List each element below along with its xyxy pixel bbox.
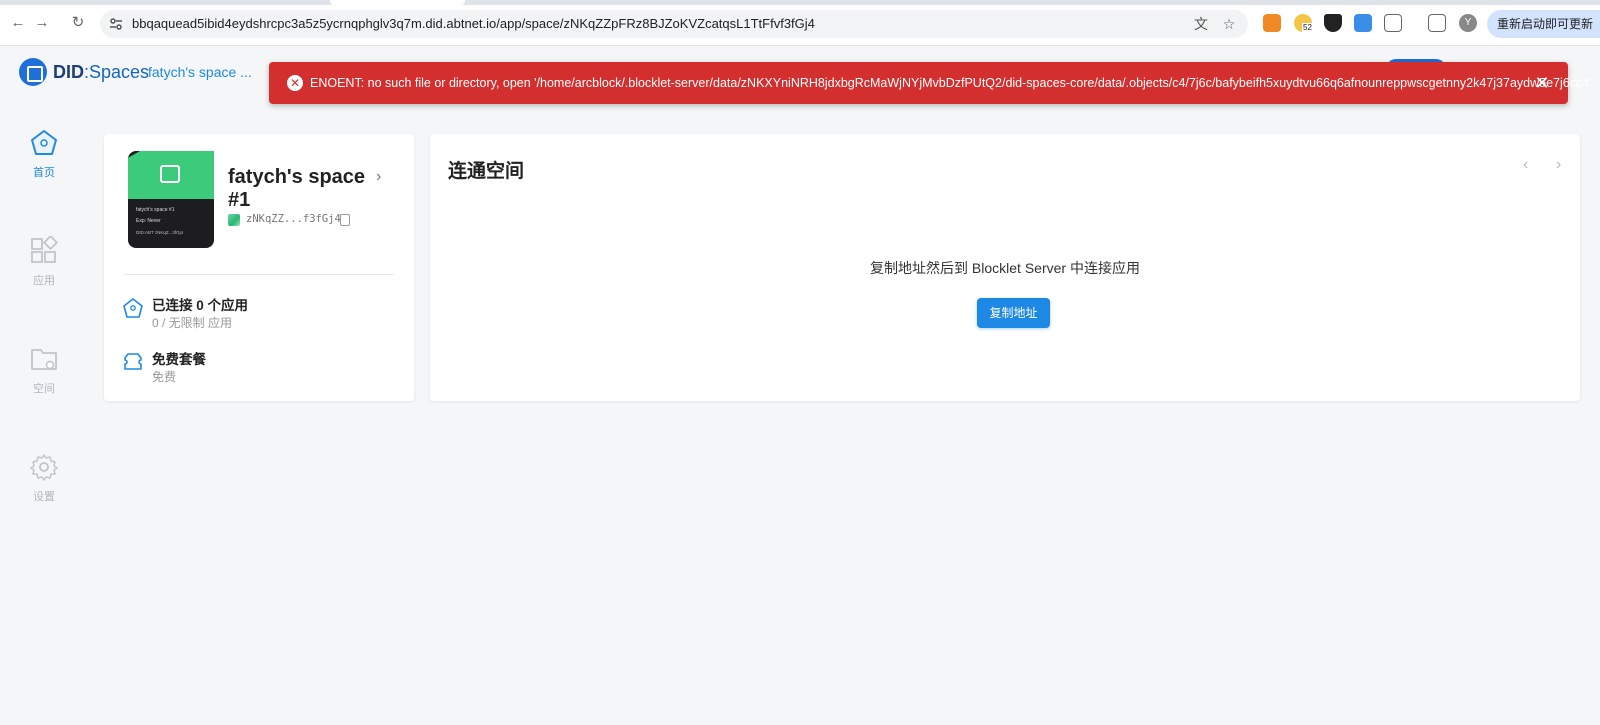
connect-space-card: 连通空间 ‹ › 复制地址然后到 Blocklet Server 中连接应用 复… bbox=[430, 134, 1580, 401]
sidebar-item-label: 设置 bbox=[33, 491, 55, 503]
site-settings-icon[interactable] bbox=[108, 16, 124, 32]
space-switcher[interactable]: fatych's space ... bbox=[148, 64, 252, 80]
nft-logo-icon bbox=[160, 165, 180, 183]
prev-page-icon[interactable]: ‹ bbox=[1523, 156, 1528, 174]
forward-icon[interactable]: → bbox=[32, 13, 52, 33]
space-nft-image[interactable]: fatych's space #1 Exp: Never DID:ABT zNK… bbox=[128, 151, 214, 248]
home-icon bbox=[31, 130, 57, 155]
nft-name: fatych's space #1 bbox=[136, 207, 175, 213]
update-label: 重新启动即可更新 bbox=[1497, 17, 1594, 31]
shield-extension-icon[interactable] bbox=[1324, 14, 1342, 32]
error-message: ENOENT: no such file or directory, open … bbox=[310, 76, 1592, 90]
sidebar-item-settings[interactable]: 设置 bbox=[20, 452, 68, 504]
nft-did: DID:ABT zNKqZ...3fGj4 bbox=[136, 230, 184, 235]
apps-connected-title: 已连接 0 个应用 bbox=[152, 298, 249, 313]
reload-icon[interactable]: ↻ bbox=[68, 13, 88, 33]
plan-subtitle: 免费 bbox=[152, 370, 177, 384]
url-text: bbqaquead5ibid4eydshrcpc3a5z5ycrnqphglv3… bbox=[132, 16, 815, 31]
did-spaces-logo-icon[interactable] bbox=[19, 58, 47, 86]
error-icon: ✕ bbox=[287, 75, 303, 91]
brand-prefix: DID bbox=[53, 62, 84, 82]
update-restart-button[interactable]: 重新启动即可更新 ⋮ bbox=[1487, 10, 1600, 38]
sidebar-item-home[interactable]: 首页 bbox=[20, 128, 68, 180]
address-bar[interactable]: bbqaquead5ibid4eydshrcpc3a5z5ycrnqphglv3… bbox=[100, 10, 1248, 38]
metamask-extension-icon[interactable] bbox=[1263, 14, 1281, 32]
space-title[interactable]: fatych's space #1 bbox=[228, 166, 378, 212]
sidebar-item-label: 空间 bbox=[33, 383, 55, 395]
sidebar-item-apps[interactable]: 应用 bbox=[20, 236, 68, 288]
profile-avatar[interactable]: Y bbox=[1459, 14, 1477, 32]
folder-icon bbox=[31, 349, 57, 370]
apps-limit: 0 / 无限制 应用 bbox=[152, 316, 233, 330]
apps-icon bbox=[31, 236, 59, 263]
brand-name[interactable]: DID:Spaces bbox=[53, 62, 149, 83]
extension-badge: 52 bbox=[1302, 23, 1313, 32]
back-icon[interactable]: ← bbox=[8, 13, 28, 33]
browser-toolbar: ← → ↻ bbqaquead5ibid4eydshrcpc3a5z5ycrnq… bbox=[0, 0, 1600, 46]
plan-title: 免费套餐 bbox=[152, 352, 206, 367]
chevron-right-icon[interactable]: › bbox=[376, 168, 381, 186]
connect-hint: 复制地址然后到 Blocklet Server 中连接应用 bbox=[870, 260, 1140, 276]
next-page-icon[interactable]: › bbox=[1556, 156, 1561, 174]
close-icon[interactable]: ✕ bbox=[1532, 73, 1552, 93]
space-did: zNKqZZ...f3fGj4 bbox=[246, 213, 341, 225]
weather-extension-icon[interactable]: 52 bbox=[1294, 14, 1313, 32]
sidebar-item-space[interactable]: 空间 bbox=[20, 344, 68, 396]
bookmark-star-icon[interactable]: ☆ bbox=[1220, 15, 1238, 33]
side-panel-icon[interactable] bbox=[1428, 14, 1446, 32]
sidebar-item-label: 应用 bbox=[33, 275, 55, 287]
ticket-icon bbox=[124, 353, 142, 370]
copy-icon[interactable] bbox=[340, 214, 350, 226]
space-info-card: fatych's space #1 Exp: Never DID:ABT zNK… bbox=[104, 134, 414, 401]
divider bbox=[124, 274, 394, 275]
tab-strip bbox=[0, 0, 1600, 5]
image-extension-icon[interactable] bbox=[1354, 14, 1372, 32]
copy-address-button[interactable]: 复制地址 bbox=[977, 298, 1050, 328]
brand-suffix: :Spaces bbox=[84, 62, 150, 82]
did-avatar-icon bbox=[228, 214, 240, 226]
home-icon bbox=[123, 298, 143, 318]
sidebar-item-label: 首页 bbox=[33, 167, 55, 179]
gear-icon bbox=[30, 454, 58, 481]
translate-icon[interactable]: 文 bbox=[1192, 15, 1210, 33]
nft-expiry: Exp: Never bbox=[136, 218, 161, 224]
connect-card-title: 连通空间 bbox=[448, 161, 525, 182]
extensions-puzzle-icon[interactable] bbox=[1384, 14, 1402, 32]
error-toast: ✕ ENOENT: no such file or directory, ope… bbox=[269, 62, 1592, 104]
active-tab[interactable] bbox=[330, 0, 465, 5]
